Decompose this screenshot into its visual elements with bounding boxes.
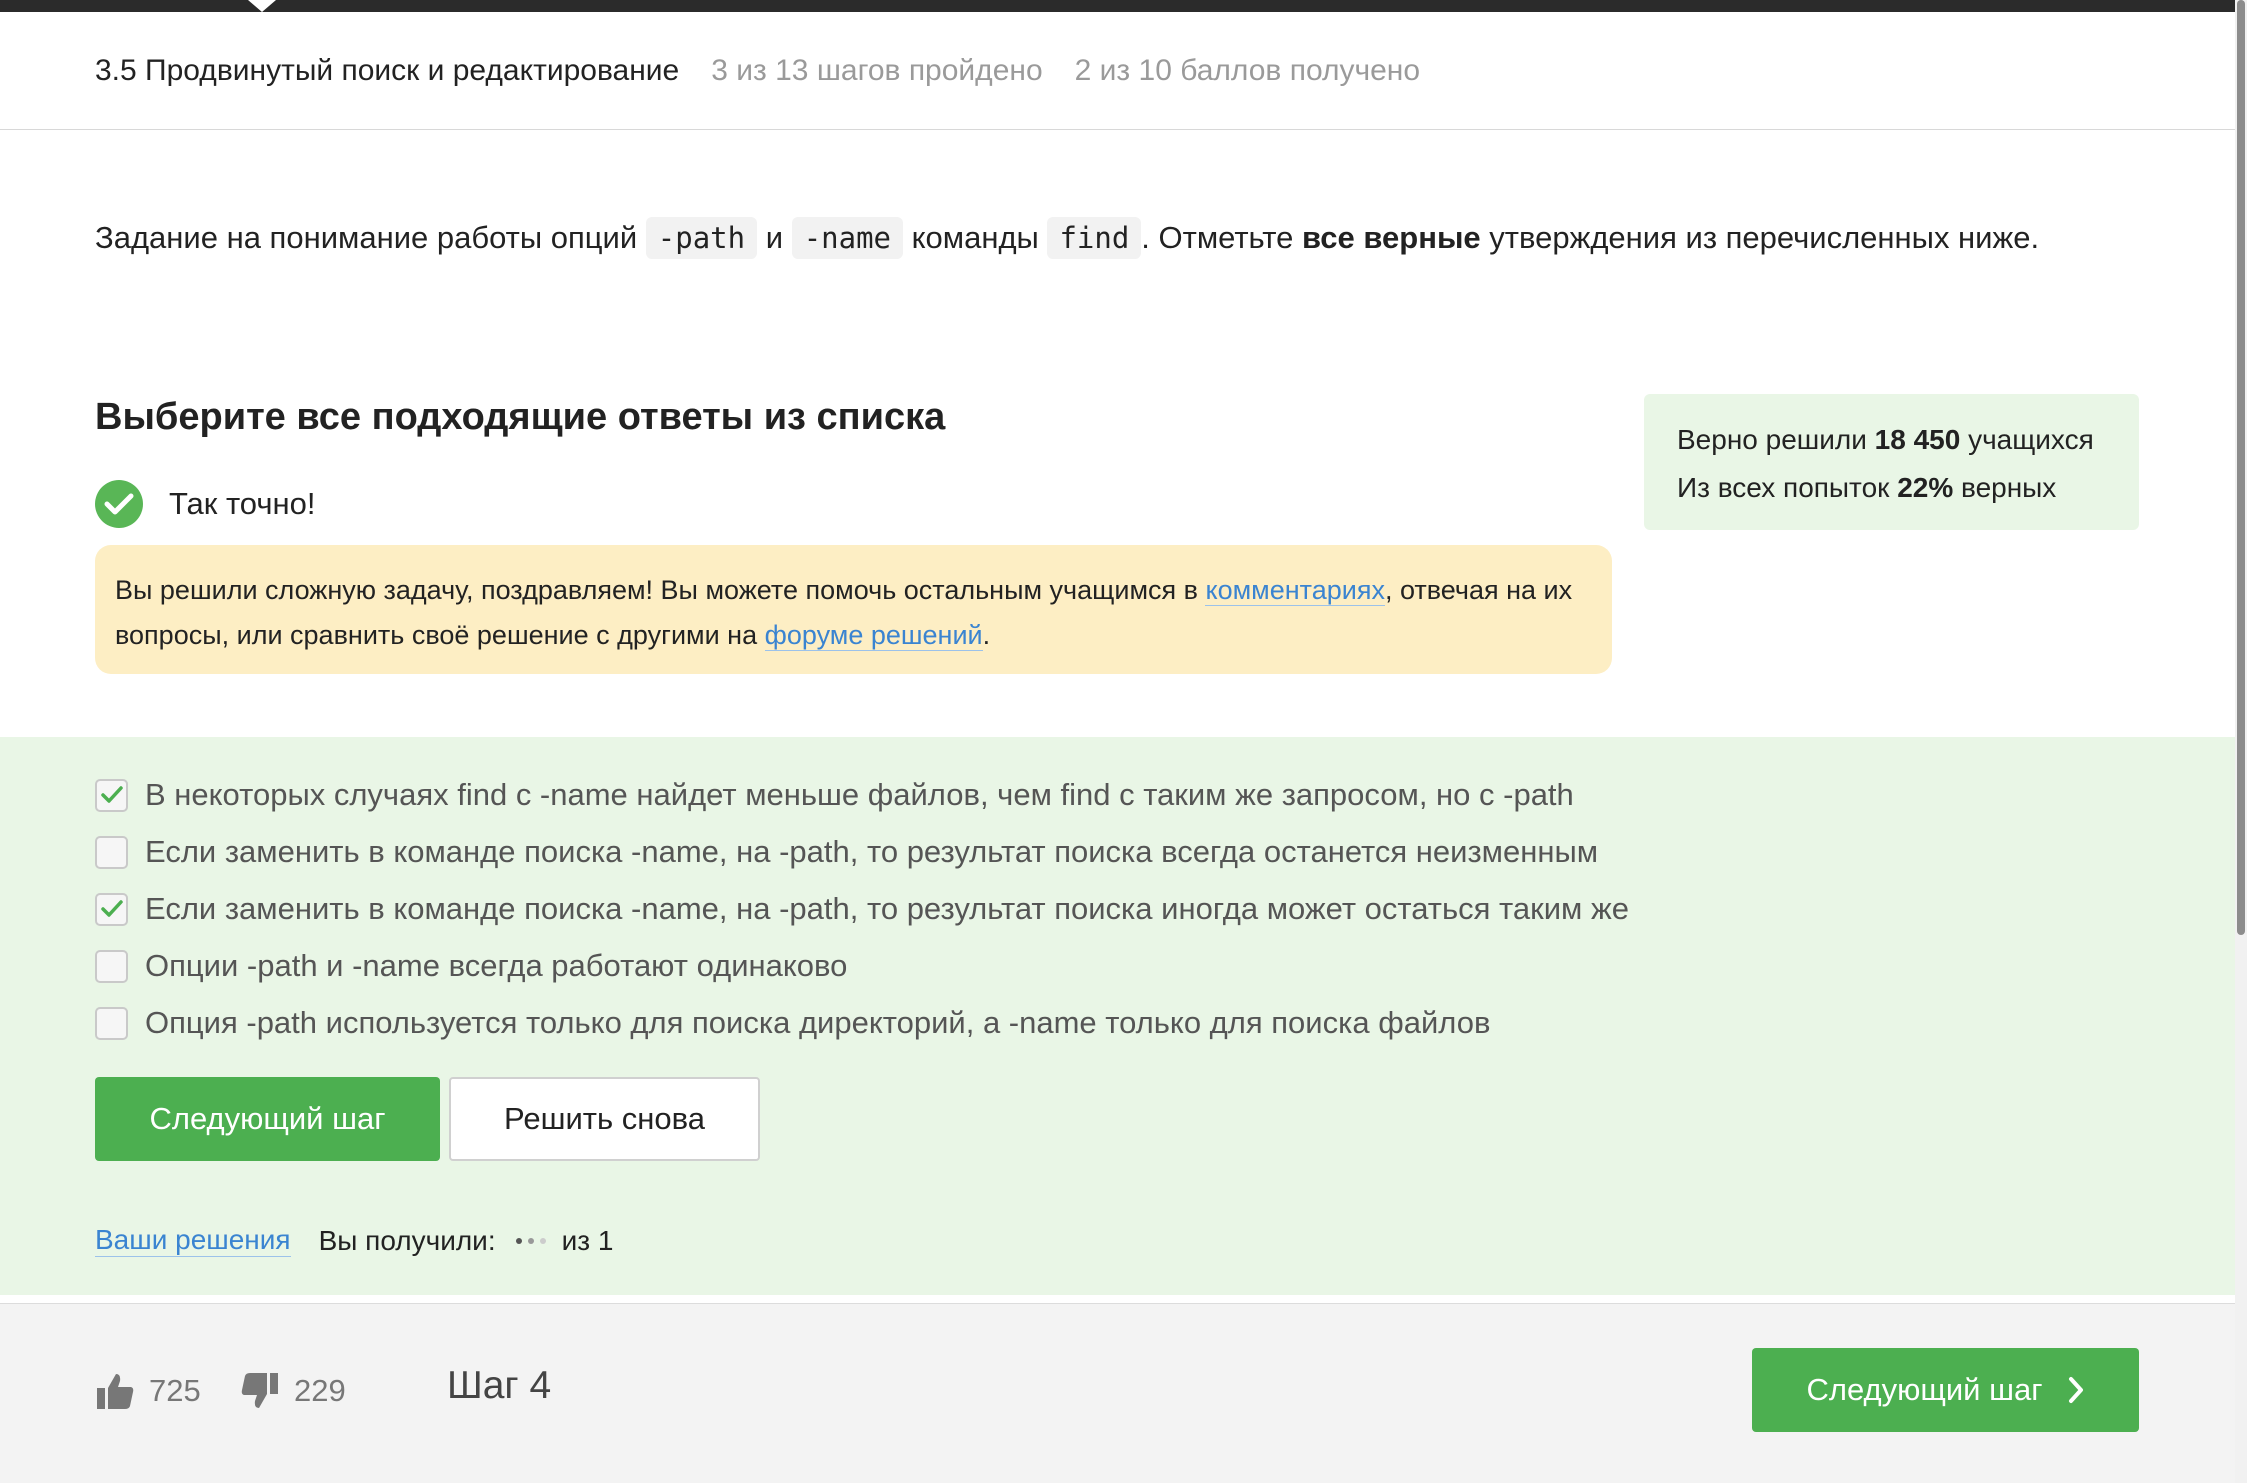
answer-label: Опции -path и -name всегда работают один… [145,948,848,983]
task-text: . Отметьте [1141,220,1294,255]
footer-next-step-button[interactable]: Следующий шаг [1752,1348,2139,1432]
answer-label: Если заменить в команде поиска -name, на… [145,834,1599,869]
step-label: Шаг 4 [447,1364,552,1407]
task-text: и [765,220,784,255]
score-total: из 1 [561,1224,614,1256]
answer-label: Опция -path используется только для поис… [145,1005,1491,1040]
next-step-button[interactable]: Следующий шаг [95,1077,440,1161]
task-text: команды [911,220,1039,255]
code-name: -name [791,217,903,259]
success-check-icon [95,480,143,528]
checkbox-unchecked[interactable] [95,949,128,983]
solutions-row: Ваши решения Вы получили: из 1 [95,1224,613,1257]
answer-label: Если заменить в команде поиска -name, на… [145,891,1629,926]
dislike-count: 229 [294,1373,346,1408]
step-footer: 725 229 Шаг 4 Следующий шаг [0,1303,2235,1483]
answer-option[interactable]: В некоторых случаях find c -name найдет … [95,777,1574,813]
answers-area: В некоторых случаях find c -name найдет … [0,737,2235,1295]
quiz-title: Выберите все подходящие ответы из списка [95,396,946,438]
answer-option[interactable]: Если заменить в команде поиска -name, на… [95,891,1629,927]
footer-next-label: Следующий шаг [1806,1372,2043,1407]
solved-stat: Верно решили 18 450 учащихся [1677,424,2094,455]
checkbox-checked[interactable] [95,892,128,926]
task-emphasis: все верные [1302,220,1481,255]
attempts-stat: Из всех попыток 22% верных [1677,472,2057,503]
chevron-right-icon [2068,1377,2083,1403]
lesson-title[interactable]: 3.5 Продвинутый поиск и редактирование [95,54,679,88]
retry-button[interactable]: Решить снова [449,1077,760,1161]
task-text: Задание на понимание работы опций [95,220,638,255]
steps-progress: 3 из 13 шагов пройдено [711,53,1043,87]
congrats-notice: Вы решили сложную задачу, поздравляем! В… [95,545,1612,674]
attempts-percent: 22% [1897,472,1954,503]
answer-label: В некоторых случаях find c -name найдет … [145,777,1574,812]
stats-box: Верно решили 18 450 учащихся Из всех поп… [1644,394,2139,530]
received-label: Вы получили: [318,1224,496,1256]
task-text: утверждения из перечисленных ниже. [1489,220,2040,255]
checkbox-unchecked[interactable] [95,1006,128,1040]
solved-count: 18 450 [1874,424,1961,455]
notice-text: Вы решили сложную задачу, поздравляем! В… [115,575,1198,605]
page: 3.5 Продвинутый поиск и редактирование 3… [0,0,2247,1483]
notice-text: . [982,620,991,650]
top-strip [0,0,2235,12]
points-progress: 2 из 10 баллов получено [1074,53,1421,87]
checkbox-unchecked[interactable] [95,835,128,869]
result-status: Так точно! [95,480,316,528]
scrollbar[interactable] [2235,0,2247,1483]
top-notch [248,0,276,12]
comments-link[interactable]: комментариях [1205,575,1385,606]
solutions-forum-link[interactable]: форуме решений [764,620,983,651]
answer-option[interactable]: Опции -path и -name всегда работают один… [95,948,847,984]
result-text: Так точно! [169,486,316,521]
scrollbar-thumb[interactable] [2237,0,2245,935]
like-count: 725 [149,1373,201,1408]
code-find: find [1047,217,1142,259]
loading-dots-icon [515,1237,552,1244]
lesson-header: 3.5 Продвинутый поиск и редактирование 3… [0,12,2235,130]
like-button[interactable]: 725 [95,1371,201,1411]
your-solutions-link[interactable]: Ваши решения [95,1224,291,1257]
dislike-button[interactable]: 229 [240,1371,346,1411]
thumbs-down-icon [241,1373,278,1408]
code-path: -path [645,217,758,259]
answer-option[interactable]: Если заменить в команде поиска -name, на… [95,834,1598,870]
answer-option[interactable]: Опция -path используется только для поис… [95,1005,1490,1041]
thumbs-up-icon [97,1374,134,1409]
checkbox-checked[interactable] [95,778,128,812]
task-description: Задание на понимание работы опций -path … [95,210,2039,266]
